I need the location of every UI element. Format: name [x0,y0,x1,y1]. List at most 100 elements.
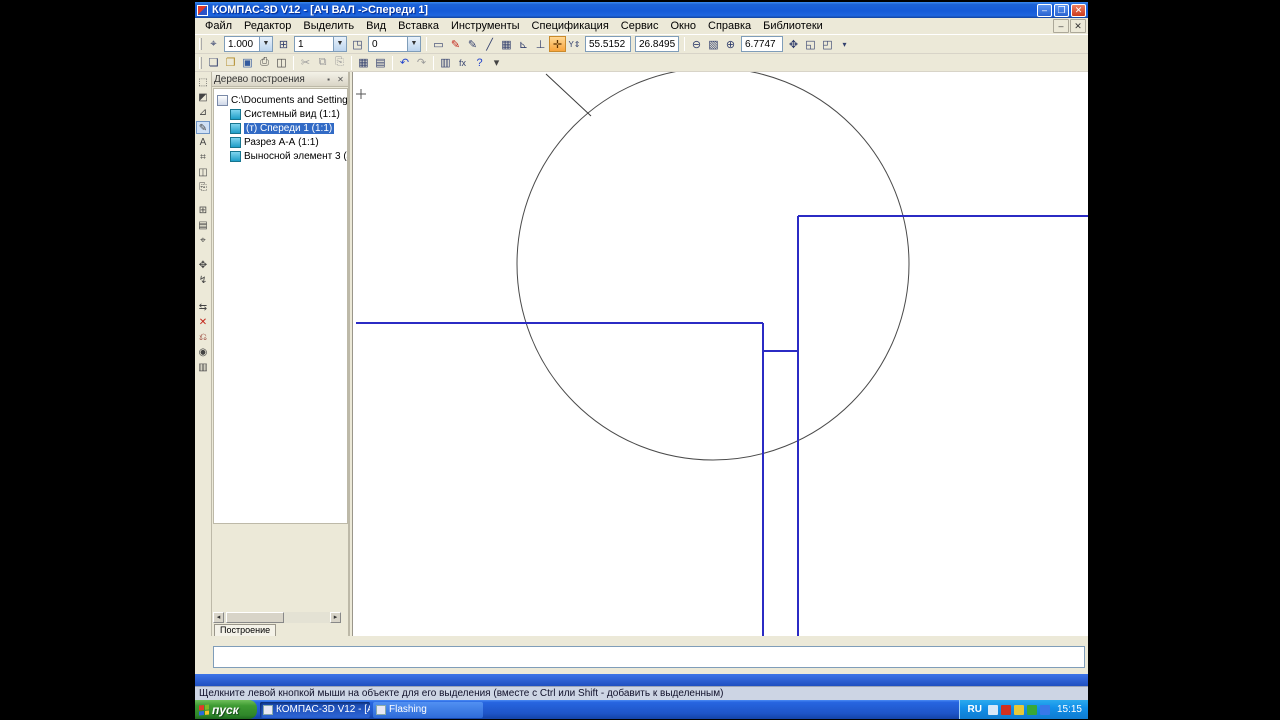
tray-volume-icon[interactable] [1014,705,1024,715]
menu-item-выделить[interactable]: Выделить [297,19,360,33]
fit-page-button[interactable]: ◱ [802,36,819,52]
cut-button[interactable]: ✂ [297,55,314,71]
scrollbar-thumb[interactable] [226,612,284,623]
compact-delete-icon[interactable]: ⎌ [196,331,210,344]
cursor-snap-button[interactable]: ⌖ [205,36,222,52]
message-input[interactable] [213,646,1085,668]
compact-view-icon[interactable]: ⊞ [196,204,210,217]
coord-x-field[interactable] [585,36,631,52]
show-all-button[interactable]: ◰ [819,36,836,52]
tree-item[interactable]: Выносной элемент 3 (4:1) [214,149,347,163]
table-button[interactable]: ▥ [437,55,454,71]
tree-root-item[interactable]: C:\Documents and Settings\студе [214,93,347,107]
menu-item-библиотеки[interactable]: Библиотеки [757,19,829,33]
zoom-rect-button[interactable]: ▧ [705,36,722,52]
toolbar-more-button[interactable]: ▾ [836,36,853,52]
local-cs-button[interactable]: ✛ [549,36,566,52]
tree-item[interactable]: (т) Спереди 1 (1:1) [214,121,347,135]
taskbar-task-button[interactable]: Flashing [373,702,483,718]
print-button[interactable]: ⎙ [256,55,273,71]
cursor-step-combo[interactable]: 1.000 ▼ [224,36,273,52]
zoom-in-button[interactable]: ⊕ [722,36,739,52]
variables-button[interactable]: fx [454,55,471,71]
pen-blue-button[interactable]: ✎ [464,36,481,52]
paste-button[interactable]: ⎘ [331,55,348,71]
compact-move-icon[interactable]: ✥ [196,259,210,272]
mdi-close-button[interactable]: ✕ [1070,19,1086,33]
help-button[interactable]: ? [471,55,488,71]
compact-layers-icon[interactable]: ▤ [196,219,210,232]
compact-copy-icon[interactable]: ◉ [196,346,210,359]
compact-trim-icon[interactable]: ✕ [196,316,210,329]
menu-item-вставка[interactable]: Вставка [392,19,445,33]
compact-measure-icon[interactable]: ◫ [196,166,210,179]
tab-construction[interactable]: Построение [214,624,276,636]
pin-icon[interactable]: ▪ [323,75,334,84]
tray-network-icon[interactable] [988,705,998,715]
undo-button[interactable]: ↶ [396,55,413,71]
minimize-button[interactable]: – [1037,4,1052,17]
menu-item-файл[interactable]: Файл [199,19,238,33]
menu-item-окно[interactable]: Окно [664,19,702,33]
taskbar-task-button[interactable]: КОМПАС-3D V12 - [А... [260,702,370,718]
pen-red-button[interactable]: ✎ [447,36,464,52]
compact-param-icon[interactable]: ⌗ [196,151,210,164]
angle-snap-button[interactable]: ⊾ [515,36,532,52]
line-style-button[interactable]: ╱ [481,36,498,52]
save-button[interactable]: ▣ [239,55,256,71]
menu-item-вид[interactable]: Вид [360,19,392,33]
menu-item-справка[interactable]: Справка [702,19,757,33]
scroll-right-icon[interactable]: ▸ [330,612,341,623]
context-help-button[interactable]: ▾ [488,55,505,71]
language-indicator[interactable]: RU [968,704,982,715]
coord-y-field[interactable] [635,36,679,52]
rotate-view-button[interactable]: ◳ [349,36,366,52]
compact-designation-icon[interactable]: ✎ [196,121,210,134]
menu-item-сервис[interactable]: Сервис [615,19,665,33]
compact-edit-icon[interactable]: A [196,136,210,149]
grid-settings-button[interactable]: ⊞ [275,36,292,52]
chevron-down-icon[interactable]: ▼ [407,37,420,51]
zoom-out-button[interactable]: ⊖ [688,36,705,52]
tree-horizontal-scrollbar[interactable]: ◂ ▸ [213,612,341,623]
tray-antivirus-icon[interactable] [1001,705,1011,715]
toolbar-grip[interactable] [199,38,202,50]
menu-item-инструменты[interactable]: Инструменты [445,19,526,33]
maximize-button[interactable]: ❐ [1054,4,1069,17]
ortho-button[interactable]: ⊥ [532,36,549,52]
close-icon[interactable]: ✕ [335,75,346,84]
print-preview-button[interactable]: ◫ [273,55,290,71]
compact-select-icon[interactable]: ⬚ [196,76,210,89]
copy-button[interactable]: ⧉ [314,55,331,71]
start-button[interactable]: пуск [195,700,257,719]
compact-rotate-icon[interactable]: ↯ [196,274,210,287]
grid-toggle-button[interactable]: ▦ [355,55,372,71]
compact-dimensions-icon[interactable]: ⊿ [196,106,210,119]
new-document-button[interactable]: ❏ [205,55,222,71]
compact-geometry-icon[interactable]: ◩ [196,91,210,104]
current-style-combo[interactable]: 0 ▼ [368,36,421,52]
tray-update-icon[interactable] [1027,705,1037,715]
compact-mirror-icon[interactable]: ▥ [196,361,210,374]
redo-button[interactable]: ↷ [413,55,430,71]
zoom-scale-field[interactable] [741,36,783,52]
toolbar-grip[interactable] [199,57,202,69]
mdi-minimize-button[interactable]: – [1053,19,1069,33]
chevron-down-icon[interactable]: ▼ [259,37,272,51]
tree-item[interactable]: Системный вид (1:1) [214,107,347,121]
pan-button[interactable]: ✥ [785,36,802,52]
tray-app-icon[interactable] [1040,705,1050,715]
compact-spec-icon[interactable]: ⎘ [196,181,210,194]
tree-item[interactable]: Разрез А-А (1:1) [214,135,347,149]
mesh-button[interactable]: ▦ [498,36,515,52]
compact-scale-icon[interactable]: ⇆ [196,301,210,314]
compact-insert-icon[interactable]: ⌖ [196,234,210,247]
current-layer-combo[interactable]: 1 ▼ [294,36,347,52]
snap-toggle-button[interactable]: ▤ [372,55,389,71]
menu-item-редактор[interactable]: Редактор [238,19,297,33]
drawing-canvas[interactable] [352,72,1088,636]
scroll-left-icon[interactable]: ◂ [213,612,224,623]
close-button[interactable]: ✕ [1071,4,1086,17]
eraser-button[interactable]: ▭ [430,36,447,52]
menu-item-спецификация[interactable]: Спецификация [526,19,615,33]
